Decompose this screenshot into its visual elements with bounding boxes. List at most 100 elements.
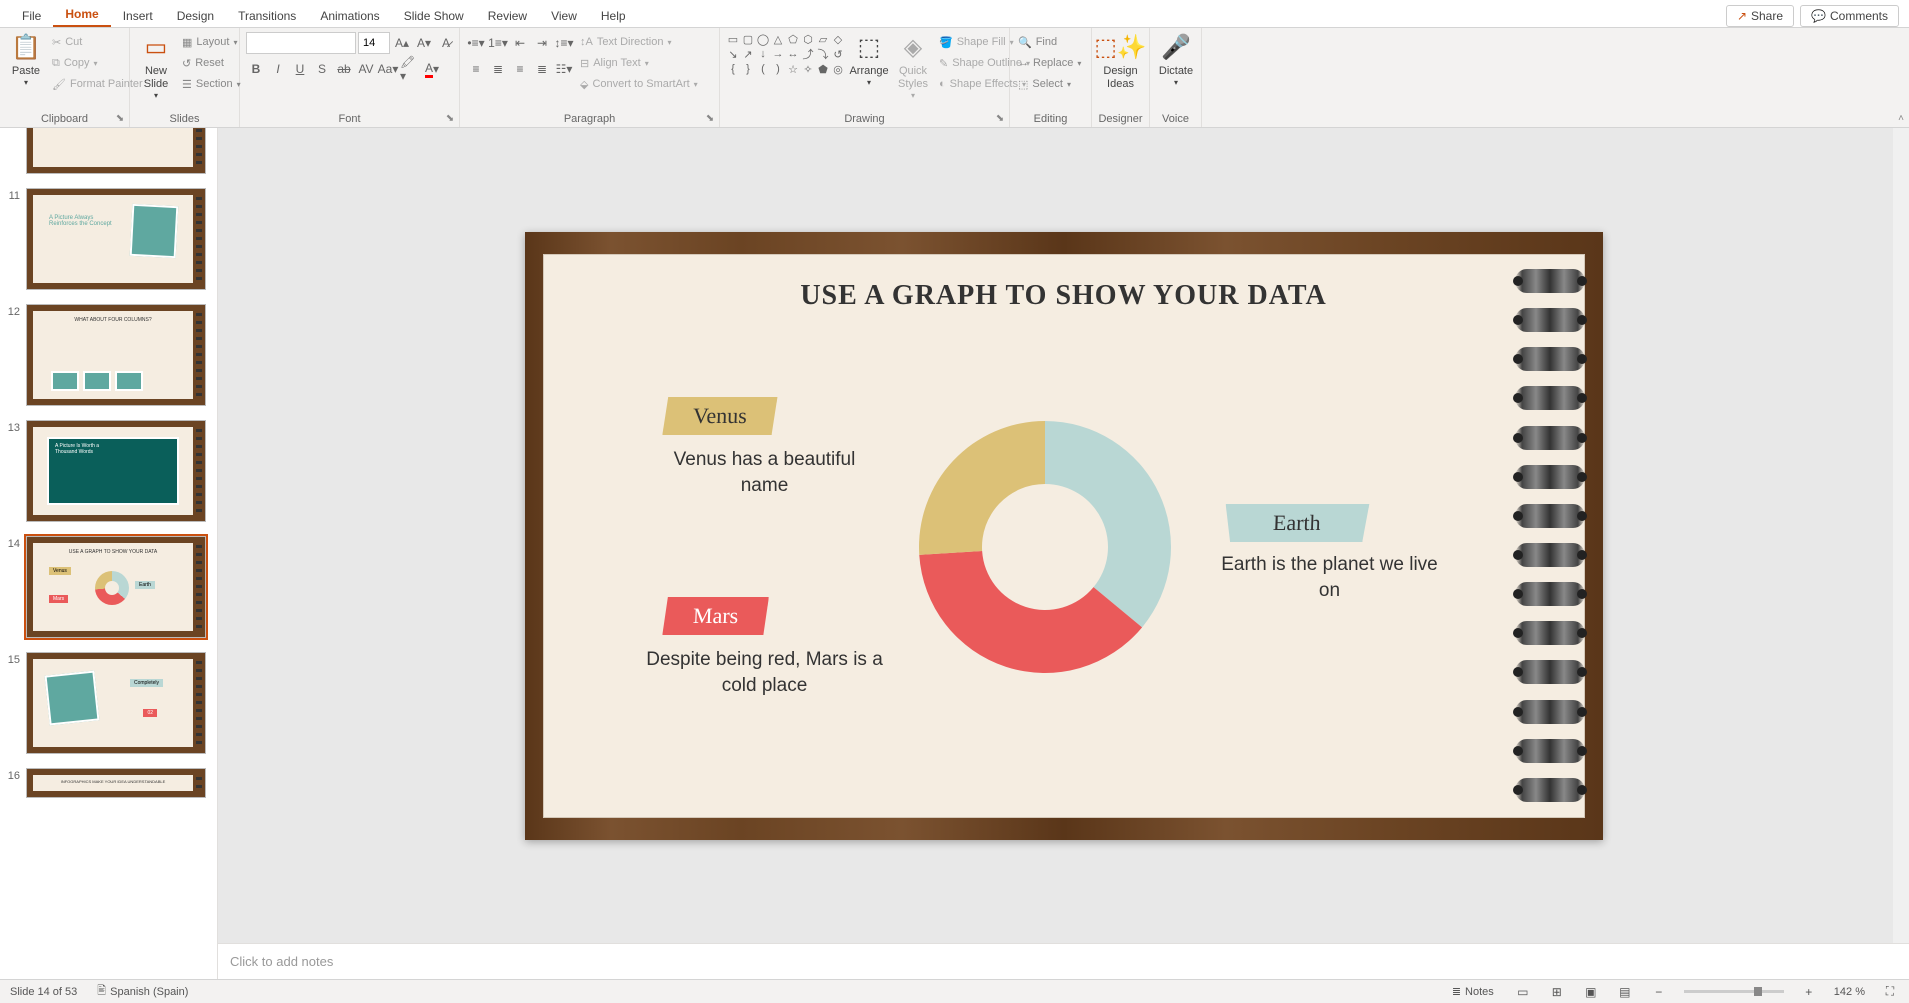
zoom-in-button[interactable]: + (1800, 985, 1818, 999)
new-slide-icon: ▭ (145, 34, 168, 63)
decrease-font-button[interactable]: A▾ (414, 33, 434, 53)
select-button[interactable]: ⬚Select▾ (1016, 74, 1083, 94)
paragraph-dialog-launcher[interactable]: ⬊ (703, 111, 717, 125)
tab-animations[interactable]: Animations (308, 4, 391, 27)
slide-thumbnail-14[interactable]: USE A GRAPH TO SHOW YOUR DATA Venus Mars… (26, 536, 206, 638)
tab-view[interactable]: View (539, 4, 589, 27)
bullets-button[interactable]: •≡▾ (466, 33, 486, 53)
font-color-button[interactable]: A▾ (422, 59, 442, 79)
tab-transitions[interactable]: Transitions (226, 4, 308, 27)
zoom-level[interactable]: 142 % (1834, 986, 1865, 998)
designer-group-label: Designer (1098, 111, 1143, 125)
clear-formatting-button[interactable]: A̷ (436, 33, 456, 53)
language-indicator[interactable]: 🖹Spanish (Spain) (93, 982, 192, 1001)
char-spacing-button[interactable]: AV (356, 59, 376, 79)
ribbon-group-voice: 🎤 Dictate▾ Voice (1150, 28, 1202, 127)
change-case-button[interactable]: Aa▾ (378, 59, 398, 79)
fit-to-window-button[interactable]: ⛶ (1881, 985, 1899, 999)
layout-button[interactable]: ▦Layout▾ (180, 32, 243, 52)
collapse-ribbon-button[interactable]: ˄ (1893, 111, 1909, 125)
ribbon-group-editing: 🔍Find ↔Replace▾ ⬚Select▾ Editing (1010, 28, 1092, 127)
tab-insert[interactable]: Insert (111, 4, 165, 27)
highlight-button[interactable]: 🖍▾ (400, 59, 420, 79)
slide-thumbnail-11[interactable]: A Picture AlwaysReinforces the Concept (26, 188, 206, 290)
reading-view-button[interactable]: ▣ (1582, 985, 1600, 999)
slide-canvas[interactable]: USE A GRAPH TO SHOW YOUR DATA Venus Venu… (525, 232, 1603, 840)
arrange-button[interactable]: ⬚ Arrange▾ (849, 32, 889, 90)
mars-body-text[interactable]: Despite being red, Mars is a cold place (635, 647, 895, 700)
donut-slice-earth[interactable] (1045, 421, 1171, 627)
columns-button[interactable]: ☷▾ (554, 59, 574, 79)
share-button[interactable]: ↗Share (1726, 5, 1794, 27)
slide-counter[interactable]: Slide 14 of 53 (10, 986, 77, 998)
decrease-indent-button[interactable]: ⇤ (510, 33, 530, 53)
reset-button[interactable]: ↺Reset (180, 53, 243, 73)
increase-indent-button[interactable]: ⇥ (532, 33, 552, 53)
font-dialog-launcher[interactable]: ⬊ (443, 111, 457, 125)
earth-body-text[interactable]: Earth is the planet we live on (1215, 552, 1445, 605)
align-left-button[interactable]: ≡ (466, 59, 486, 79)
convert-smartart-button[interactable]: ⬙Convert to SmartArt▾ (578, 74, 700, 94)
sorter-view-button[interactable]: ⊞ (1548, 985, 1566, 999)
underline-button[interactable]: U (290, 59, 310, 79)
slide-thumbnail-13[interactable]: A Picture Is Worth aThousand Words (26, 420, 206, 522)
zoom-out-button[interactable]: − (1650, 985, 1668, 999)
bold-button[interactable]: B (246, 59, 266, 79)
font-size-input[interactable] (358, 32, 390, 54)
slide-thumbnail-12[interactable]: WHAT ABOUT FOUR COLUMNS? (26, 304, 206, 406)
comments-button[interactable]: 💬Comments (1800, 5, 1899, 27)
tab-design[interactable]: Design (165, 4, 226, 27)
line-spacing-button[interactable]: ↕≡▾ (554, 33, 574, 53)
donut-slice-venus[interactable] (919, 421, 1045, 555)
smartart-icon: ⬙ (580, 78, 588, 91)
slide-thumbnail-15[interactable]: Completely 02 (26, 652, 206, 754)
font-name-input[interactable] (246, 32, 356, 54)
strike-button[interactable]: ab (334, 59, 354, 79)
tab-help[interactable]: Help (589, 4, 638, 27)
dictate-button[interactable]: 🎤 Dictate▾ (1156, 32, 1196, 90)
align-right-button[interactable]: ≡ (510, 59, 530, 79)
new-slide-button[interactable]: ▭ New Slide▾ (136, 32, 176, 103)
ribbon-group-paragraph: •≡▾ 1≡▾ ⇤ ⇥ ↕≡▾ ≡ ≣ ≡ ≣ ☷▾ ↕AText Direct… (460, 28, 720, 127)
align-text-button[interactable]: ⊟Align Text▾ (578, 53, 700, 73)
vertical-scrollbar[interactable] (1893, 128, 1909, 943)
normal-view-button[interactable]: ▭ (1514, 985, 1532, 999)
drawing-dialog-launcher[interactable]: ⬊ (993, 111, 1007, 125)
venus-label-tape[interactable]: Venus (662, 397, 777, 435)
align-center-button[interactable]: ≣ (488, 59, 508, 79)
section-button[interactable]: ☰Section▾ (180, 74, 243, 94)
zoom-slider[interactable] (1684, 990, 1784, 993)
numbering-button[interactable]: 1≡▾ (488, 33, 508, 53)
shadow-button[interactable]: S (312, 59, 332, 79)
design-ideas-button[interactable]: ⬚✨ Design Ideas (1098, 32, 1143, 93)
notes-pane[interactable]: Click to add notes (218, 943, 1909, 979)
italic-button[interactable]: I (268, 59, 288, 79)
notes-toggle-button[interactable]: ≣Notes (1448, 985, 1498, 998)
ribbon-group-slides: ▭ New Slide▾ ▦Layout▾ ↺Reset ☰Section▾ S… (130, 28, 240, 127)
slide-thumbnail-panel[interactable]: 11 A Picture AlwaysReinforces the Concep… (0, 128, 218, 979)
increase-font-button[interactable]: A▴ (392, 33, 412, 53)
slide-thumbnail-10[interactable] (26, 128, 206, 174)
text-direction-button[interactable]: ↕AText Direction▾ (578, 32, 700, 52)
mars-label-tape[interactable]: Mars (662, 597, 769, 635)
slideshow-view-button[interactable]: ▤ (1616, 985, 1634, 999)
spiral-binding (1515, 254, 1585, 818)
venus-body-text[interactable]: Venus has a beautiful name (655, 447, 875, 500)
shapes-gallery[interactable]: ▭▢◯△⬠⬡▱◇ ↘↗↓→↔⤴⤵↺ {}()☆✧⬟◎ (726, 32, 845, 76)
tab-slide-show[interactable]: Slide Show (392, 4, 476, 27)
slide-title-text[interactable]: USE A GRAPH TO SHOW YOUR DATA (525, 280, 1603, 312)
justify-button[interactable]: ≣ (532, 59, 552, 79)
quick-styles-button[interactable]: ◈ Quick Styles▾ (893, 32, 933, 103)
slide-thumbnail-16[interactable]: INFOGRAPHICS MAKE YOUR IDEA UNDERSTANDAB… (26, 768, 206, 798)
replace-button[interactable]: ↔Replace▾ (1016, 53, 1083, 73)
find-button[interactable]: 🔍Find (1016, 32, 1083, 52)
tab-file[interactable]: File (10, 4, 53, 27)
paste-button[interactable]: 📋 Paste▾ (6, 32, 46, 90)
tab-review[interactable]: Review (476, 4, 539, 27)
canvas-wrap[interactable]: USE A GRAPH TO SHOW YOUR DATA Venus Venu… (218, 128, 1909, 943)
tab-home[interactable]: Home (53, 2, 110, 27)
donut-chart[interactable] (905, 407, 1185, 687)
clipboard-dialog-launcher[interactable]: ⬊ (113, 111, 127, 125)
earth-label-tape[interactable]: Earth (1224, 504, 1369, 542)
thumbnail-row (6, 128, 211, 174)
